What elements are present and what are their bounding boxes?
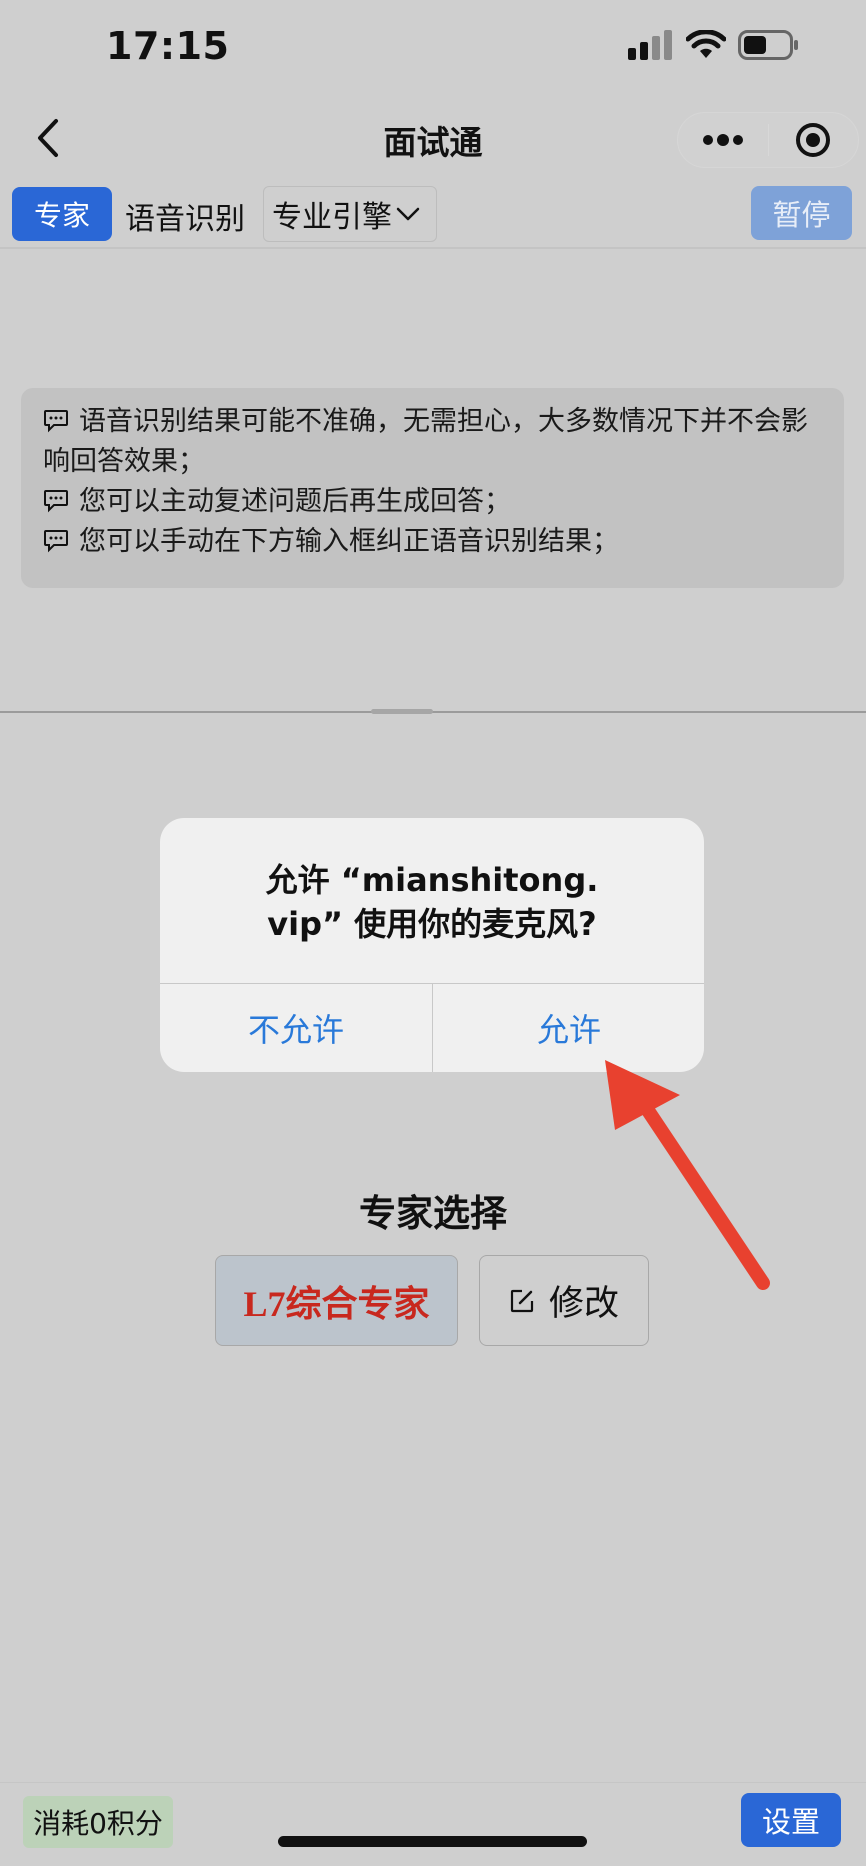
chat-bubble-icon [44, 490, 68, 513]
pause-button[interactable]: 暂停 [751, 186, 852, 240]
asr-label: 语音识别 [125, 202, 245, 237]
edit-button-label: 修改 [548, 1284, 619, 1324]
more-dots-icon [702, 134, 743, 146]
toolbar-divider [0, 247, 866, 249]
bottom-divider [0, 1782, 866, 1783]
target-close-icon [796, 123, 831, 157]
engine-select-value: 专业引擎 [272, 200, 392, 235]
hint-item: 您可以主动复述问题后再生成回答； [43, 482, 824, 522]
home-indicator[interactable] [278, 1836, 587, 1847]
expert-tab[interactable]: 专家 [12, 187, 112, 241]
dialog-title: 允许 “mianshitong. vip” 使用你的麦克风? [160, 858, 704, 946]
hint-box: 语音识别结果可能不准确，无需担心，大多数情况下并不会影响回答效果； 您可以主动复… [21, 388, 844, 588]
engine-select[interactable]: 专业引擎 [263, 186, 437, 242]
more-button[interactable] [678, 113, 768, 167]
hint-text: 语音识别结果可能不准确，无需担心，大多数情况下并不会影响回答效果； [43, 406, 808, 477]
dialog-title-line: vip” 使用你的麦克风? [267, 905, 597, 943]
edit-expert-button[interactable]: 修改 [479, 1255, 649, 1346]
status-icons [628, 30, 800, 60]
settings-button[interactable]: 设置 [741, 1793, 841, 1847]
close-miniprogram-button[interactable] [769, 113, 859, 167]
microphone-permission-dialog: 允许 “mianshitong. vip” 使用你的麦克风? 不允许 允许 [160, 818, 704, 1072]
hint-item: 语音识别结果可能不准确，无需担心，大多数情况下并不会影响回答效果； [43, 402, 824, 482]
wifi-icon [686, 30, 726, 58]
chat-bubble-icon [44, 410, 68, 433]
battery-icon [738, 30, 798, 60]
chevron-down-icon [396, 207, 420, 221]
points-badge: 消耗0积分 [23, 1796, 173, 1848]
expert-section-title: 专家选择 [359, 1192, 507, 1235]
splitter-handle[interactable] [371, 709, 433, 714]
chat-bubble-icon [44, 530, 68, 553]
selected-expert-chip[interactable]: L7综合专家 [215, 1255, 458, 1346]
status-time: 17:15 [106, 24, 230, 68]
cellular-signal-icon [628, 30, 672, 60]
hint-text: 您可以手动在下方输入框纠正语音识别结果； [79, 526, 619, 557]
hint-text: 您可以主动复述问题后再生成回答； [79, 486, 511, 517]
edit-icon [510, 1289, 534, 1312]
hint-item: 您可以手动在下方输入框纠正语音识别结果； [43, 522, 824, 562]
dialog-title-line: 允许 “mianshitong. [265, 861, 599, 899]
panel-splitter [0, 711, 866, 713]
miniprogram-capsule [677, 112, 859, 168]
deny-button[interactable]: 不允许 [160, 984, 432, 1072]
